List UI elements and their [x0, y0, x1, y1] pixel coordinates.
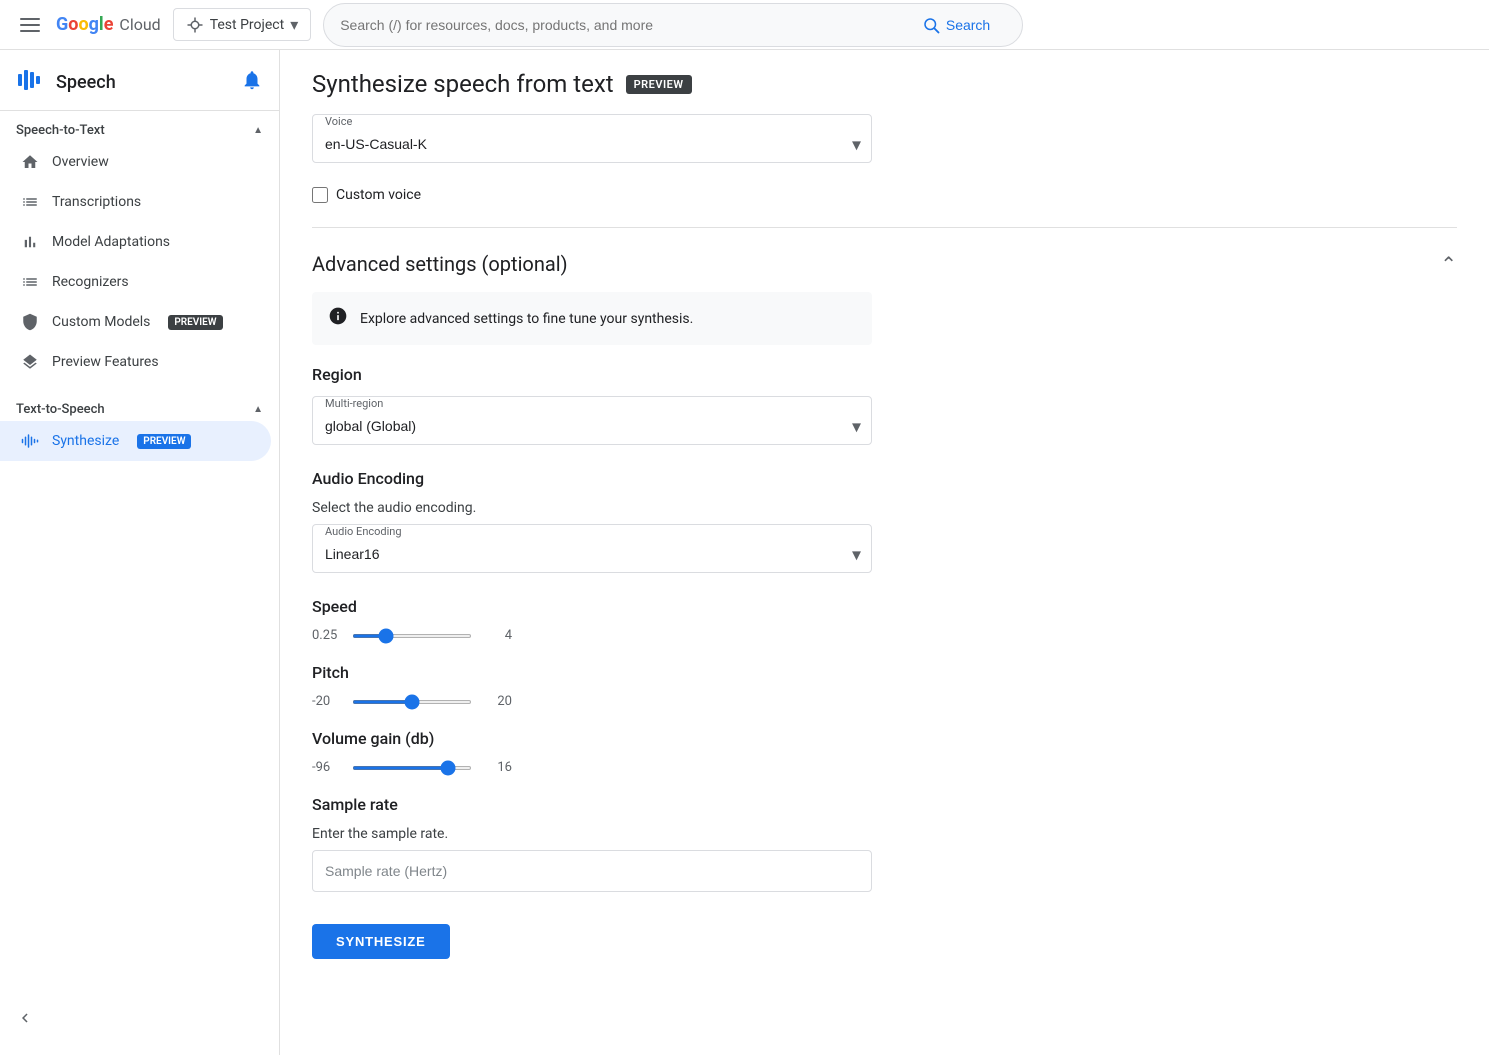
bar-chart-icon — [20, 232, 40, 252]
stt-section-header[interactable]: Speech-to-Text ▲ — [0, 111, 279, 142]
recognizers-icon — [20, 272, 40, 292]
main-content: Synthesize speech from text PREVIEW Voic… — [280, 50, 1489, 1055]
speed-max: 4 — [484, 628, 512, 643]
google-cloud-logo: Google Cloud — [56, 14, 161, 35]
advanced-settings-collapse-icon: ⌃ — [1440, 252, 1457, 276]
pitch-min: -20 — [312, 694, 340, 709]
speed-title: Speed — [312, 597, 1457, 616]
volume-section: Volume gain (db) -96 16 — [312, 729, 1457, 775]
search-button[interactable]: Search — [906, 10, 1006, 40]
top-navigation: Google Cloud Test Project ▾ Search — [0, 0, 1489, 50]
multi-region-label: Multi-region — [321, 397, 387, 410]
advanced-settings-header[interactable]: Advanced settings (optional) ⌃ — [312, 244, 1457, 292]
sidebar: Speech Speech-to-Text ▲ Overview Transcr… — [0, 50, 280, 1055]
speed-slider[interactable] — [352, 634, 472, 638]
audio-encoding-sublabel: Select the audio encoding. — [312, 500, 1457, 516]
region-fieldset: Multi-region global (Global) ▾ — [312, 396, 872, 445]
project-icon — [186, 16, 204, 34]
advanced-settings-title: Advanced settings (optional) — [312, 252, 568, 276]
volume-slider[interactable] — [352, 766, 472, 770]
layers-icon — [20, 352, 40, 372]
sample-rate-input[interactable] — [312, 850, 872, 892]
voice-section: Voice en-US-Casual-K ▾ — [312, 114, 1457, 163]
info-icon — [328, 306, 348, 331]
page-header: Synthesize speech from text PREVIEW — [312, 50, 1457, 114]
sidebar-item-transcriptions[interactable]: Transcriptions — [0, 182, 271, 222]
project-name: Test Project — [210, 17, 284, 33]
sample-rate-title: Sample rate — [312, 795, 1457, 814]
volume-max: 16 — [484, 760, 512, 775]
volume-min: -96 — [312, 760, 340, 775]
custom-voice-label: Custom voice — [336, 187, 421, 203]
voice-select[interactable]: en-US-Casual-K — [313, 128, 871, 162]
hamburger-menu[interactable] — [16, 14, 44, 36]
app-title: Speech — [56, 72, 116, 93]
sidebar-item-model-adaptations[interactable]: Model Adaptations — [0, 222, 271, 262]
pitch-max: 20 — [484, 694, 512, 709]
sidebar-item-recognizers[interactable]: Recognizers — [0, 262, 271, 302]
app-header: Speech — [0, 50, 279, 111]
tts-chevron-icon: ▲ — [253, 404, 263, 415]
sidebar-item-custom-models[interactable]: Custom Models PREVIEW — [0, 302, 271, 342]
sidebar-item-synthesize[interactable]: Synthesize PREVIEW — [0, 421, 271, 461]
volume-title: Volume gain (db) — [312, 729, 1457, 748]
search-bar[interactable]: Search — [323, 3, 1023, 47]
speed-section: Speed 0.25 4 — [312, 597, 1457, 643]
pitch-slider[interactable] — [352, 700, 472, 704]
page-title: Synthesize speech from text — [312, 70, 614, 98]
pitch-section: Pitch -20 20 — [312, 663, 1457, 709]
voice-fieldset: Voice en-US-Casual-K ▾ — [312, 114, 872, 163]
speed-min: 0.25 — [312, 628, 340, 643]
pitch-title: Pitch — [312, 663, 1457, 682]
speech-icon — [16, 66, 44, 98]
bell-icon[interactable] — [241, 69, 263, 95]
list-icon — [20, 192, 40, 212]
synthesize-button[interactable]: SYNTHESIZE — [312, 924, 450, 959]
custom-models-preview-badge: PREVIEW — [168, 315, 222, 330]
waveform-icon — [20, 431, 40, 451]
info-text: Explore advanced settings to fine tune y… — [360, 311, 693, 327]
region-select[interactable]: global (Global) — [313, 410, 871, 444]
project-dropdown-icon: ▾ — [290, 15, 298, 34]
page-preview-badge: PREVIEW — [626, 75, 692, 94]
audio-encoding-fieldset: Audio Encoding Linear16 ▾ — [312, 524, 872, 573]
collapse-icon — [16, 1009, 34, 1027]
audio-encoding-title: Audio Encoding — [312, 469, 1457, 488]
audio-encoding-section: Audio Encoding Select the audio encoding… — [312, 469, 1457, 573]
shield-icon — [20, 312, 40, 332]
custom-voice-checkbox[interactable] — [312, 187, 328, 203]
synthesize-preview-badge: PREVIEW — [137, 434, 191, 449]
sidebar-item-overview[interactable]: Overview — [0, 142, 271, 182]
stt-chevron-icon: ▲ — [253, 125, 263, 136]
tts-section-header[interactable]: Text-to-Speech ▲ — [0, 390, 279, 421]
sample-rate-wrapper — [312, 850, 872, 892]
custom-voice-section: Custom voice — [312, 187, 1457, 203]
search-icon — [922, 16, 940, 34]
sample-rate-section: Sample rate Enter the sample rate. — [312, 795, 1457, 892]
sidebar-collapse-button[interactable] — [0, 997, 279, 1039]
region-title: Region — [312, 365, 1457, 384]
info-box: Explore advanced settings to fine tune y… — [312, 292, 872, 345]
search-input[interactable] — [340, 17, 898, 33]
audio-encoding-fieldlabel: Audio Encoding — [321, 525, 406, 538]
voice-field-label: Voice — [321, 115, 356, 128]
project-selector[interactable]: Test Project ▾ — [173, 8, 312, 41]
home-icon — [20, 152, 40, 172]
sidebar-item-preview-features[interactable]: Preview Features — [0, 342, 271, 382]
audio-encoding-select[interactable]: Linear16 — [313, 538, 871, 572]
sample-rate-sublabel: Enter the sample rate. — [312, 826, 1457, 842]
region-section: Region Multi-region global (Global) ▾ — [312, 365, 1457, 445]
